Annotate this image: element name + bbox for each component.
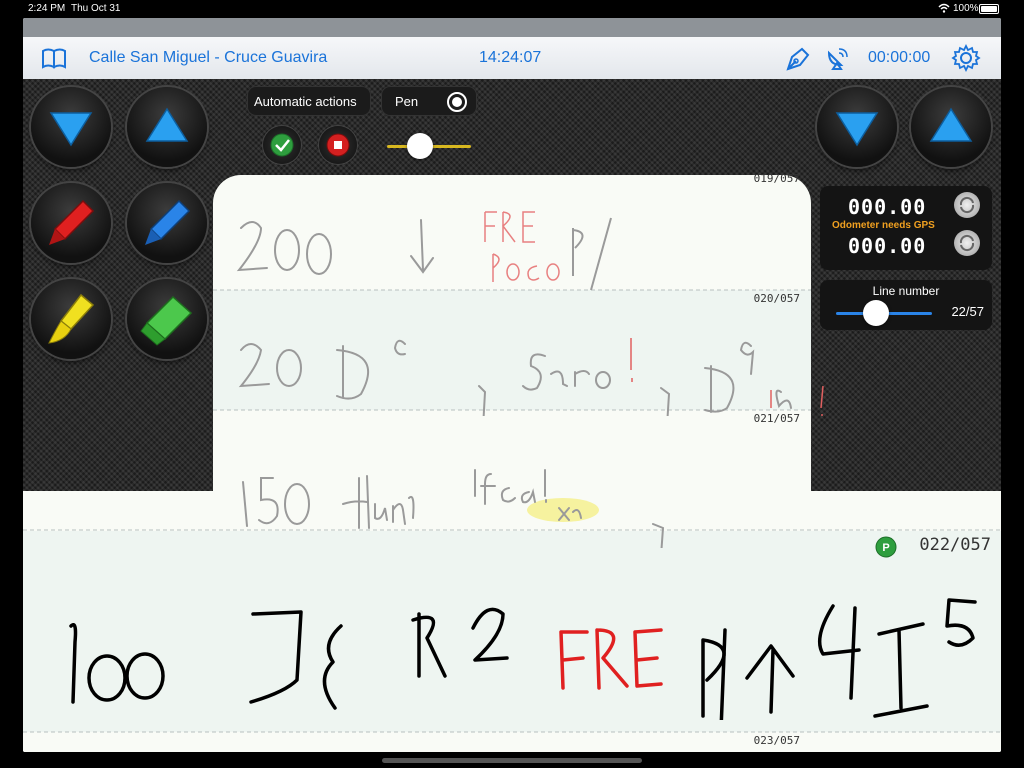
yellow-brush-icon bbox=[48, 293, 95, 344]
pen-toggle-radio[interactable] bbox=[447, 92, 467, 112]
line-number-022: 022/057 bbox=[919, 535, 991, 555]
trip-timer: 00:00:00 bbox=[868, 49, 931, 66]
line-number-019: 019/057 bbox=[753, 172, 800, 185]
satellite-dish-icon[interactable] bbox=[823, 43, 853, 73]
pen-width-slider[interactable] bbox=[387, 133, 471, 159]
green-eraser-icon bbox=[140, 295, 193, 346]
red-pen-button[interactable] bbox=[31, 183, 111, 263]
left-tool-panel bbox=[23, 79, 213, 491]
blue-pen-button[interactable] bbox=[127, 183, 207, 263]
handwriting-row-020 bbox=[238, 338, 824, 416]
highlight-mark bbox=[527, 498, 599, 522]
odometer-value-1: 000.00 bbox=[848, 195, 927, 219]
header-bar: Calle San Miguel - Cruce Guavira 14:24:0… bbox=[23, 37, 1001, 80]
clock: 14:24:07 bbox=[479, 49, 542, 66]
scroll-up-button-left[interactable] bbox=[127, 87, 207, 167]
reset-odometer-1-button[interactable] bbox=[954, 192, 980, 218]
odometer-value-2: 000.00 bbox=[848, 234, 927, 258]
automatic-actions-label: Automatic actions bbox=[254, 94, 357, 109]
route-title[interactable]: Calle San Miguel - Cruce Guavira bbox=[89, 49, 327, 67]
eraser-button[interactable] bbox=[127, 279, 207, 359]
scroll-down-button-right[interactable] bbox=[817, 87, 897, 167]
line-number-value: 22/57 bbox=[951, 304, 984, 319]
scroll-down-button-left[interactable] bbox=[31, 87, 111, 167]
automatic-actions-label-box: Automatic actions bbox=[247, 86, 371, 116]
stop-button[interactable] bbox=[319, 126, 357, 164]
parking-check-icon: P bbox=[875, 536, 897, 563]
line-number-023: 023/057 bbox=[753, 734, 800, 747]
auto-park-button[interactable] bbox=[263, 126, 301, 164]
pen-width-slider-knob[interactable] bbox=[407, 133, 433, 159]
svg-text:P: P bbox=[882, 542, 889, 554]
pen-toggle-box[interactable]: Pen bbox=[381, 86, 477, 116]
refresh-icon bbox=[959, 234, 975, 252]
line-number-slider[interactable] bbox=[836, 300, 932, 326]
pen-nib-icon[interactable] bbox=[784, 43, 814, 73]
gear-icon[interactable] bbox=[951, 43, 981, 73]
status-time: 2:24 PM bbox=[28, 3, 66, 14]
odometer-warning: Odometer needs GPS bbox=[832, 220, 935, 231]
blue-marker-icon bbox=[145, 199, 191, 245]
reset-odometer-2-button[interactable] bbox=[954, 230, 980, 256]
wifi-icon bbox=[938, 3, 950, 16]
triangle-up-icon bbox=[145, 107, 189, 142]
line-number-slider-knob[interactable] bbox=[863, 300, 889, 326]
pen-label: Pen bbox=[395, 94, 419, 109]
line-number-020: 020/057 bbox=[753, 292, 800, 305]
book-icon[interactable] bbox=[39, 43, 69, 73]
refresh-icon bbox=[959, 196, 975, 214]
handwriting-row-021 bbox=[242, 469, 665, 548]
stop-icon bbox=[326, 133, 350, 157]
scroll-up-button-right[interactable] bbox=[911, 87, 991, 167]
app-window: Calle San Miguel - Cruce Guavira 14:24:0… bbox=[23, 18, 1001, 752]
red-marker-icon bbox=[49, 199, 95, 245]
home-indicator[interactable] bbox=[382, 758, 642, 763]
battery-percent: 100% bbox=[953, 3, 979, 14]
triangle-up-icon bbox=[929, 107, 973, 142]
battery-icon bbox=[979, 4, 999, 14]
triangle-down-icon bbox=[49, 112, 93, 147]
handwriting-row-019 bbox=[236, 211, 612, 291]
line-number-panel: Line number 22/57 bbox=[820, 280, 992, 330]
check-p-icon bbox=[270, 133, 294, 157]
handwriting-row-022 bbox=[69, 598, 977, 720]
status-date: Thu Oct 31 bbox=[71, 3, 121, 14]
top-strip bbox=[23, 18, 1001, 37]
status-bar: 2:24 PM Thu Oct 31 100% bbox=[0, 0, 1024, 18]
odometer-panel: 000.00 Odometer needs GPS 000.00 bbox=[820, 186, 992, 270]
triangle-down-icon bbox=[835, 112, 879, 147]
highlighter-button[interactable] bbox=[31, 279, 111, 359]
line-number-label: Line number bbox=[872, 284, 940, 298]
